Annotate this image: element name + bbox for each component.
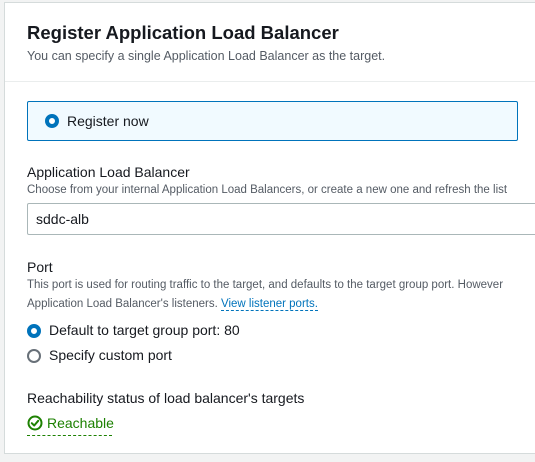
register-alb-panel: Register Application Load Balancer You c… xyxy=(4,2,535,454)
custom-port-radio[interactable] xyxy=(27,349,41,363)
panel-title: Register Application Load Balancer xyxy=(27,22,339,43)
default-port-radio[interactable] xyxy=(27,324,41,338)
check-circle-icon xyxy=(27,415,43,431)
port-field-description-line1: This port is used for routing traffic to… xyxy=(27,279,504,291)
default-port-label: Default to target group port: 80 xyxy=(49,322,240,338)
panel-subtitle: You can specify a single Application Loa… xyxy=(27,49,386,63)
reachability-status[interactable]: Reachable xyxy=(27,414,114,436)
port-description-text: Application Load Balancer's listeners. xyxy=(27,298,218,310)
port-field-label: Port xyxy=(27,259,53,275)
alb-input[interactable] xyxy=(27,203,535,235)
alb-field-description: Choose from your internal Application Lo… xyxy=(27,184,508,196)
register-now-tile[interactable]: Register now xyxy=(27,101,518,141)
custom-port-label: Specify custom port xyxy=(49,347,172,363)
register-now-label: Register now xyxy=(67,113,149,129)
register-now-radio[interactable] xyxy=(45,114,59,128)
custom-port-option[interactable]: Specify custom port xyxy=(27,346,327,366)
default-port-option[interactable]: Default to target group port: 80 xyxy=(27,321,327,341)
port-field-description-line2: Application Load Balancer's listeners. V… xyxy=(27,295,318,314)
view-listener-ports-link[interactable]: View listener ports. xyxy=(220,298,318,311)
reachability-status-text: Reachable xyxy=(47,415,114,431)
alb-field-label: Application Load Balancer xyxy=(27,164,190,180)
panel-header: Register Application Load Balancer You c… xyxy=(5,3,535,82)
reachability-label: Reachability status of load balancer's t… xyxy=(27,390,305,406)
